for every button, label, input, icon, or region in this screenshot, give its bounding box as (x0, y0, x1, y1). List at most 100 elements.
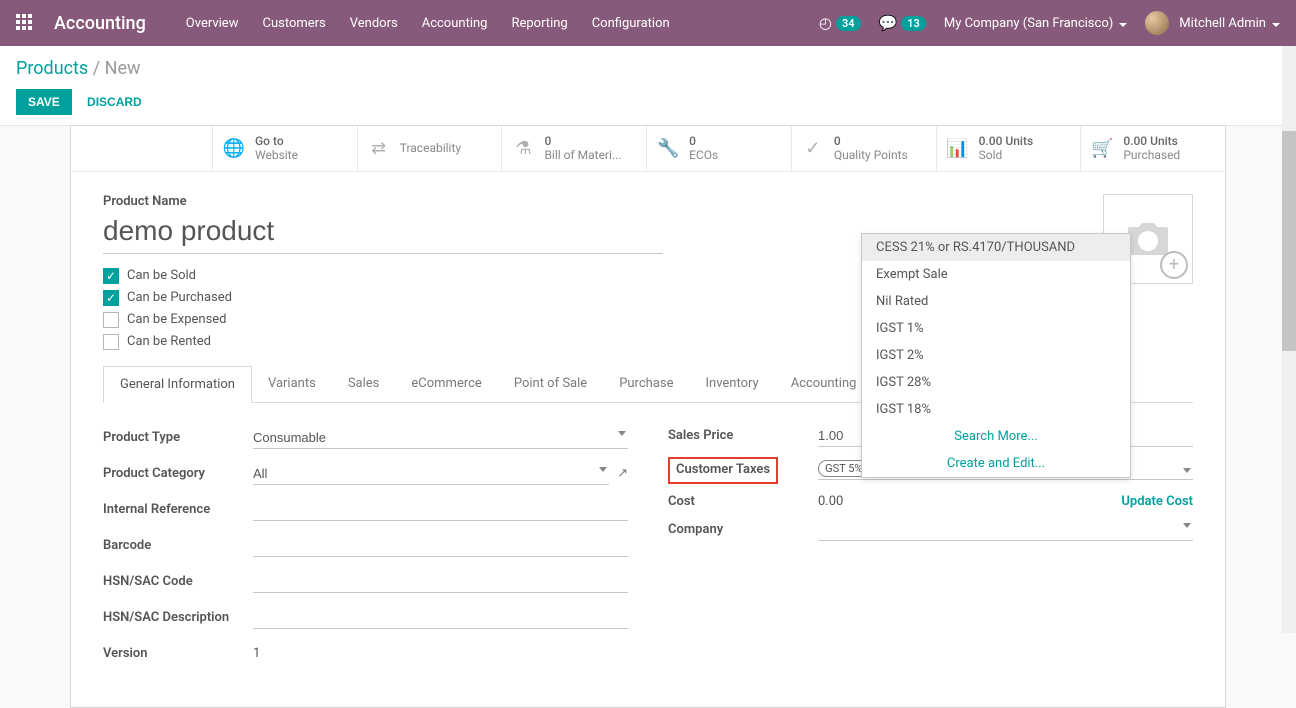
barcode-input[interactable] (253, 535, 628, 557)
avatar-icon (1145, 11, 1169, 35)
tab-ecommerce[interactable]: eCommerce (395, 366, 497, 402)
discard-button[interactable]: DISCARD (75, 89, 154, 115)
stat-purchased[interactable]: 🛒 0.00 UnitsPurchased (1081, 126, 1225, 171)
customer-taxes-highlight: Customer Taxes (668, 457, 778, 484)
menu-accounting[interactable]: Accounting (422, 16, 488, 31)
cost-label: Cost (668, 494, 818, 509)
top-navbar: Accounting Overview Customers Vendors Ac… (0, 0, 1296, 46)
checkbox-can-be-rented[interactable] (103, 334, 119, 350)
caret-icon (1183, 523, 1191, 528)
vertical-scrollbar[interactable] (1282, 46, 1296, 633)
tab-pos[interactable]: Point of Sale (498, 366, 603, 402)
clock-icon: ◴ (819, 14, 832, 32)
version-value: 1 (253, 646, 260, 661)
update-cost-link[interactable]: Update Cost (1121, 494, 1193, 509)
menu-configuration[interactable]: Configuration (592, 16, 670, 31)
version-label: Version (103, 646, 253, 661)
sales-price-label: Sales Price (668, 428, 818, 443)
stat-button-row: 🌐 Go toWebsite ⇄ Traceability ⚗ 0Bill of… (71, 126, 1225, 172)
hsn-code-input[interactable] (253, 571, 628, 593)
main-menu: Overview Customers Vendors Accounting Re… (186, 16, 670, 31)
dropdown-search-more[interactable]: Search More... (862, 423, 1130, 450)
company-select[interactable] (818, 519, 1193, 541)
bars-icon: 📊 (947, 137, 969, 159)
company-label: Company (668, 522, 818, 537)
product-name-label: Product Name (103, 194, 1193, 209)
menu-vendors[interactable]: Vendors (350, 16, 398, 31)
dropdown-item[interactable]: Exempt Sale (862, 261, 1130, 288)
tab-general-information[interactable]: General Information (103, 366, 252, 403)
customer-taxes-label: Customer Taxes (676, 462, 770, 477)
cart-icon: 🛒 (1091, 137, 1113, 159)
stat-quality[interactable]: ✓ 0Quality Points (792, 126, 937, 171)
globe-icon: 🌐 (223, 137, 245, 159)
stat-goto-website[interactable]: 🌐 Go toWebsite (213, 126, 358, 171)
cost-value: 0.00 (818, 494, 843, 509)
menu-reporting[interactable]: Reporting (511, 16, 567, 31)
tab-inventory[interactable]: Inventory (689, 366, 774, 402)
label-can-be-rented: Can be Rented (127, 334, 211, 349)
tab-accounting[interactable]: Accounting (775, 366, 873, 402)
checkbox-can-be-sold[interactable]: ✓ (103, 268, 119, 284)
menu-customers[interactable]: Customers (262, 16, 325, 31)
checkbox-can-be-expensed[interactable] (103, 312, 119, 328)
hsn-code-label: HSN/SAC Code (103, 574, 253, 589)
tab-purchase[interactable]: Purchase (603, 366, 689, 402)
dropdown-item[interactable]: IGST 1% (862, 315, 1130, 342)
check-icon: ✓ (802, 137, 824, 159)
app-brand[interactable]: Accounting (54, 13, 146, 34)
dropdown-item[interactable]: IGST 18% (862, 396, 1130, 423)
navbar-right: ◴ 34 💬 13 My Company (San Francisco) Mit… (819, 11, 1280, 35)
caret-icon (599, 467, 607, 472)
form-sheet: 🌐 Go toWebsite ⇄ Traceability ⚗ 0Bill of… (70, 125, 1226, 708)
hsn-desc-label: HSN/SAC Description (103, 610, 253, 625)
stat-sold[interactable]: 📊 0.00 UnitsSold (937, 126, 1082, 171)
product-name-input[interactable] (103, 213, 663, 254)
save-button[interactable]: SAVE (16, 89, 72, 115)
dropdown-item[interactable]: IGST 2% (862, 342, 1130, 369)
dropdown-create-edit[interactable]: Create and Edit... (862, 450, 1130, 477)
breadcrumb-root[interactable]: Products (16, 58, 88, 79)
scrollbar-thumb[interactable] (1282, 131, 1296, 351)
menu-overview[interactable]: Overview (186, 16, 239, 31)
product-category-label: Product Category (103, 466, 253, 481)
internal-ref-input[interactable] (253, 499, 628, 521)
tab-sales[interactable]: Sales (332, 366, 396, 402)
user-menu[interactable]: Mitchell Admin (1145, 11, 1280, 35)
activity-badge: 34 (836, 16, 861, 31)
dropdown-item[interactable]: CESS 21% or RS.4170/THOUSAND (862, 234, 1130, 261)
user-name: Mitchell Admin (1179, 16, 1280, 31)
label-can-be-purchased: Can be Purchased (127, 290, 232, 305)
taxes-dropdown: CESS 21% or RS.4170/THOUSAND Exempt Sale… (861, 233, 1131, 478)
label-can-be-expensed: Can be Expensed (127, 312, 227, 327)
checkbox-can-be-purchased[interactable]: ✓ (103, 290, 119, 306)
dropdown-item[interactable]: IGST 28% (862, 369, 1130, 396)
external-link-icon[interactable]: ↗ (617, 466, 628, 481)
plus-icon: + (1160, 251, 1188, 279)
tab-variants[interactable]: Variants (252, 366, 332, 402)
caret-icon (1183, 468, 1191, 473)
activity-indicator[interactable]: ◴ 34 (819, 14, 861, 32)
product-type-label: Product Type (103, 430, 253, 445)
chat-icon: 💬 (879, 14, 898, 32)
breadcrumb-current: New (105, 58, 141, 79)
arrows-icon: ⇄ (368, 137, 390, 159)
wrench-icon: 🔧 (657, 137, 679, 159)
msg-badge: 13 (901, 16, 926, 31)
breadcrumb: Products / New (16, 58, 1280, 79)
product-category-select[interactable] (253, 463, 609, 485)
messaging-indicator[interactable]: 💬 13 (879, 14, 926, 32)
internal-ref-label: Internal Reference (103, 502, 253, 517)
barcode-label: Barcode (103, 538, 253, 553)
stat-eco[interactable]: 🔧 0ECOs (647, 126, 792, 171)
stat-bom[interactable]: ⚗ 0Bill of Materi... (502, 126, 647, 171)
company-switcher[interactable]: My Company (San Francisco) (944, 16, 1127, 31)
dropdown-item[interactable]: Nil Rated (862, 288, 1130, 315)
stat-spacer (71, 126, 213, 171)
apps-icon[interactable] (16, 14, 34, 32)
stat-traceability[interactable]: ⇄ Traceability (358, 126, 503, 171)
hsn-desc-input[interactable] (253, 607, 628, 629)
product-type-select[interactable] (253, 427, 628, 449)
left-column: Product Type Product Category ↗ Internal… (103, 425, 628, 677)
control-panel: Products / New SAVE DISCARD (0, 46, 1296, 126)
